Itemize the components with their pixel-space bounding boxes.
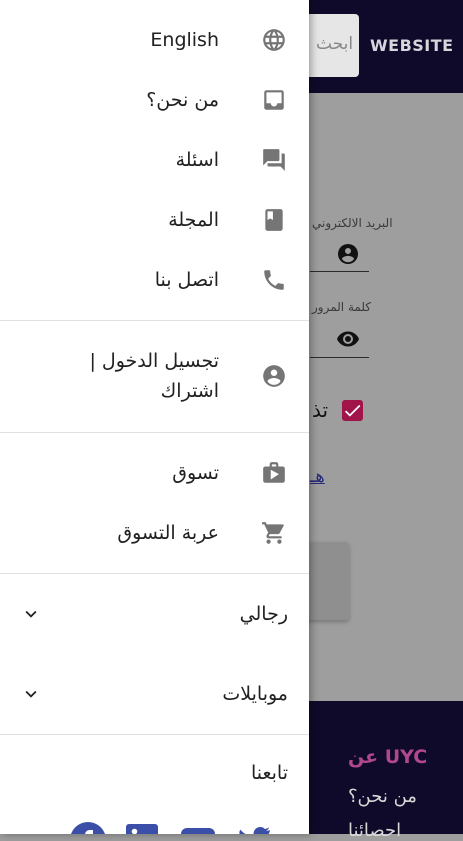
eye-icon[interactable] [336,327,360,351]
drawer-divider [0,432,309,433]
inbox-icon [261,87,287,113]
chevron-down-icon [20,603,42,625]
remember-checkbox[interactable] [342,400,363,421]
navigation-drawer: English من نحن؟ اسئلة المجلة اتصل بنا تج… [0,0,309,834]
youtube-icon[interactable] [180,822,216,834]
category-men[interactable]: رجالي [0,584,309,644]
drawer-item-label: English [150,29,219,51]
drawer-item-cart[interactable]: عربة التسوق [0,503,309,563]
site-logo[interactable]: WEBSITE [370,36,454,55]
forgot-password-link[interactable]: هـ [310,466,325,487]
account-circle-icon [261,363,287,389]
category-mobiles[interactable]: موبايلات [0,664,309,724]
globe-icon [261,27,287,53]
login-text: تجسيل الدخول | [89,350,219,372]
drawer-item-questions[interactable]: اسئلة [0,130,309,190]
remember-label: تذ [312,398,329,422]
footer-link-about[interactable]: من نحن؟ [348,786,417,807]
drawer-item-label: المجلة [168,209,219,231]
drawer-item-label: عربة التسوق [117,522,219,544]
drawer-item-label: من نحن؟ [146,89,219,111]
follow-us-label: تابعنا [250,762,288,784]
drawer-item-language[interactable]: English [0,10,309,70]
drawer-item-contact[interactable]: اتصل بنا [0,250,309,310]
facebook-icon[interactable] [70,822,106,834]
drawer-item-shop[interactable]: تسوق [0,443,309,503]
category-label: رجالي [239,603,288,625]
password-field-underline [310,357,369,358]
linkedin-icon[interactable] [124,822,160,834]
phone-icon [261,267,287,293]
drawer-divider [0,573,309,574]
drawer-item-label: تسوق [172,462,219,484]
footer-title: عن UYC [348,746,428,768]
account-label: تجسيل الدخول | اشتراك [89,346,219,406]
drawer-item-about[interactable]: من نحن؟ [0,70,309,130]
drawer-item-label: اسئلة [175,149,219,171]
account-icon [336,242,360,266]
signup-text: اشتراك [160,380,219,402]
footer-link-stats[interactable]: احصائنا [348,820,401,841]
cart-icon [261,520,287,546]
email-label: البريد الالكتروني [312,216,393,230]
book-icon [261,207,287,233]
forum-icon [261,147,287,173]
category-label: موبايلات [222,683,288,705]
password-label: كلمة المرور [312,300,372,314]
chevron-down-icon [20,683,42,705]
drawer-divider [0,320,309,321]
twitter-icon[interactable] [236,822,272,834]
drawer-item-magazine[interactable]: المجلة [0,190,309,250]
email-field-underline [310,271,369,272]
drawer-item-label: اتصل بنا [154,269,219,291]
shopping-bag-icon [261,460,287,486]
drawer-divider [0,734,309,735]
